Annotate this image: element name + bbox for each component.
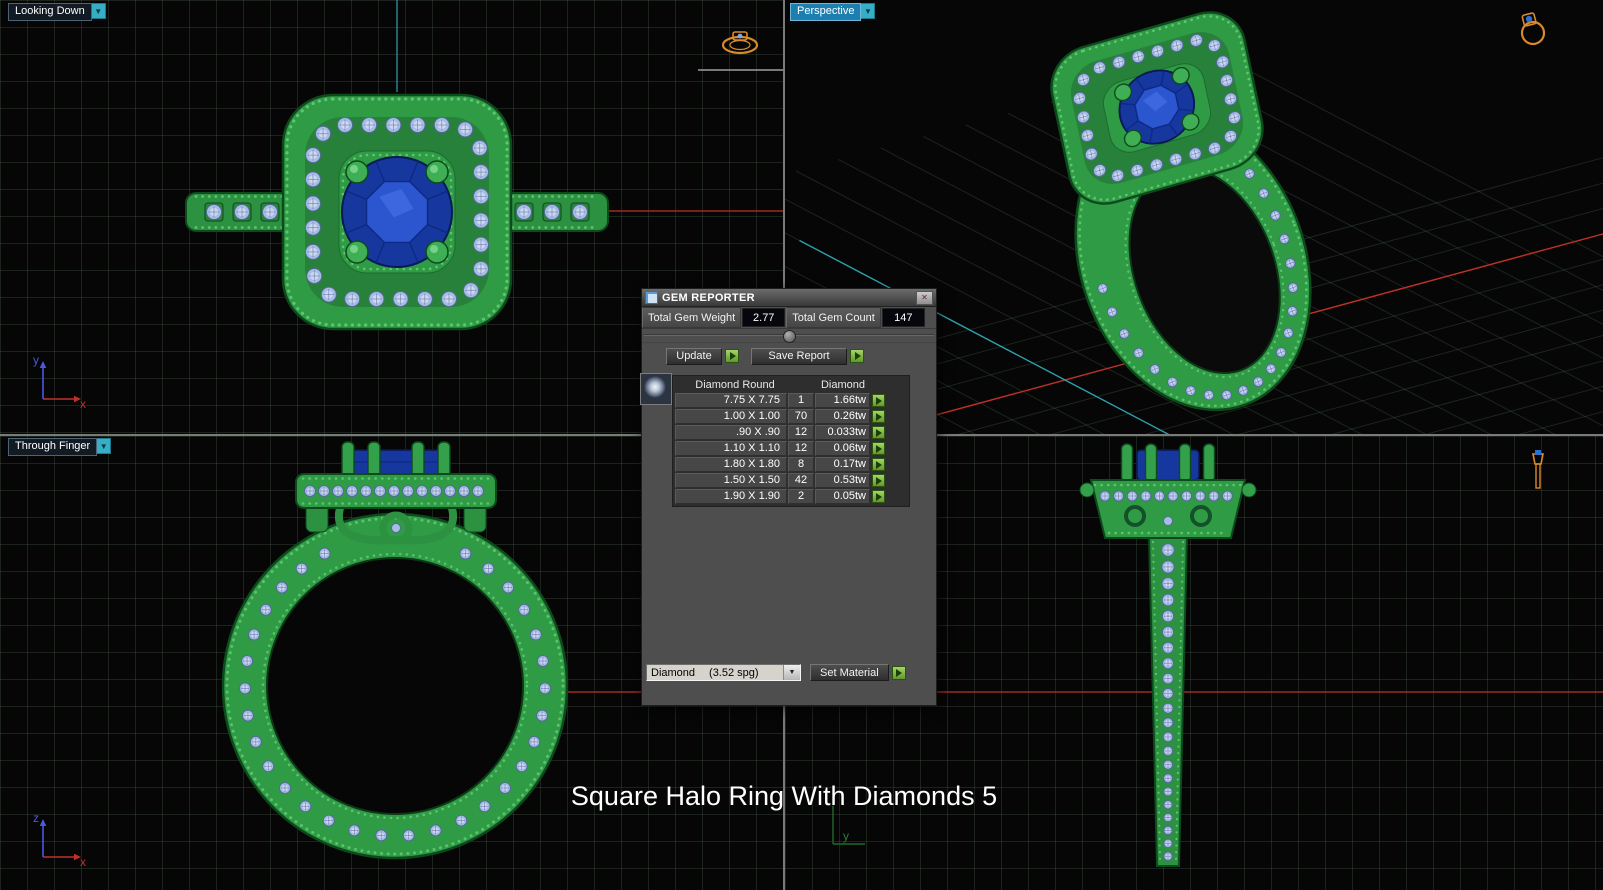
gem-stats-row: Total Gem Weight 2.77 Total Gem Count 14… — [642, 307, 936, 329]
gem-weight: 0.53tw — [815, 473, 870, 488]
gem-weight: 1.66tw — [815, 393, 870, 408]
col-header-diamond-round: Diamond Round — [695, 378, 775, 391]
set-material-go-button[interactable] — [891, 665, 906, 680]
ring-corner-icon — [1532, 450, 1544, 489]
gem-count: 1 — [788, 393, 814, 408]
gem-table-row[interactable]: 1.90 X 1.90 2 0.05tw — [675, 489, 907, 504]
gem-size: 1.90 X 1.90 — [675, 489, 787, 504]
total-gem-weight-label: Total Gem Weight — [642, 307, 742, 328]
viewport-menu-arrow-icon[interactable]: ▼ — [97, 438, 112, 454]
material-row: Diamond (3.52 spg) ▼ Set Material — [646, 664, 932, 681]
gem-table-row[interactable]: 7.75 X 7.75 1 1.66tw — [675, 393, 907, 408]
gem-count: 2 — [788, 489, 814, 504]
row-go-button[interactable] — [872, 474, 885, 487]
gem-count: 12 — [788, 441, 814, 456]
collapse-toggle[interactable] — [783, 330, 796, 343]
viewport-menu-arrow-icon[interactable]: ▼ — [861, 3, 876, 19]
svg-text:x: x — [80, 397, 86, 408]
gem-reporter-dialog: GEM REPORTER ✕ Total Gem Weight 2.77 Tot… — [640, 288, 937, 706]
gem-size: 1.00 X 1.00 — [675, 409, 787, 424]
gem-size: .90 X .90 — [675, 425, 787, 440]
gem-weight: 0.26tw — [815, 409, 870, 424]
total-gem-count-value: 147 — [881, 308, 925, 327]
gem-table: Diamond Round Diamond 7.75 X 7.75 1 1.66tw… — [672, 375, 910, 507]
dialog-buttons-row: Update Save Report — [642, 343, 936, 369]
axis-indicator: y x — [33, 353, 86, 408]
material-name: Diamond — [651, 666, 696, 679]
row-go-button[interactable] — [872, 394, 885, 407]
viewport-label-through-finger[interactable]: Through Finger — [8, 438, 98, 456]
row-go-button[interactable] — [872, 458, 885, 471]
gem-size: 1.10 X 1.10 — [675, 441, 787, 456]
svg-text:z: z — [33, 811, 39, 825]
gem-count: 70 — [788, 409, 814, 424]
dropdown-arrow-icon[interactable]: ▼ — [783, 665, 800, 680]
gem-table-row[interactable]: 1.50 X 1.50 42 0.53tw — [675, 473, 907, 488]
gem-table-row[interactable]: 1.00 X 1.00 70 0.26tw — [675, 409, 907, 424]
gem-count: 8 — [788, 457, 814, 472]
viewport-label-looking-down[interactable]: Looking Down — [8, 3, 92, 21]
set-material-button[interactable]: Set Material — [810, 664, 889, 681]
viewport-label-perspective[interactable]: Perspective — [790, 3, 862, 21]
total-gem-weight-value: 2.77 — [742, 308, 786, 327]
row-go-button[interactable] — [872, 490, 885, 503]
gem-reporter-icon — [645, 291, 658, 304]
gem-weight: 0.06tw — [815, 441, 870, 456]
material-dropdown[interactable]: Diamond (3.52 spg) ▼ — [646, 664, 801, 681]
viewport-menu-arrow-icon[interactable]: ▼ — [91, 3, 106, 19]
svg-text:y: y — [33, 353, 39, 367]
gem-table-row[interactable]: 1.10 X 1.10 12 0.06tw — [675, 441, 907, 456]
gem-table-header: Diamond Round Diamond — [675, 377, 907, 392]
gem-weight: 0.05tw — [815, 489, 870, 504]
gem-thumbnail[interactable] — [640, 373, 672, 405]
svg-text:y: y — [843, 829, 849, 843]
gem-weight: 0.033tw — [815, 425, 870, 440]
gem-table-row[interactable]: .90 X .90 12 0.033tw — [675, 425, 907, 440]
gem-size: 7.75 X 7.75 — [675, 393, 787, 408]
ring-corner-icon — [721, 31, 759, 55]
caption: Square Halo Ring With Diamonds 5 — [570, 781, 998, 811]
ring-corner-icon — [1520, 12, 1546, 46]
gem-count: 12 — [788, 425, 814, 440]
svg-text:x: x — [80, 855, 86, 866]
update-go-button[interactable] — [725, 349, 739, 363]
save-report-go-button[interactable] — [850, 349, 864, 363]
gem-count: 42 — [788, 473, 814, 488]
app-window: Looking Down ▼ y x Perspective ▼ Through… — [0, 0, 1603, 890]
axis-indicator: z x — [33, 811, 86, 866]
gem-size: 1.50 X 1.50 — [675, 473, 787, 488]
material-detail: (3.52 spg) — [709, 666, 759, 679]
row-go-button[interactable] — [872, 442, 885, 455]
row-go-button[interactable] — [872, 426, 885, 439]
save-report-button[interactable]: Save Report — [751, 347, 847, 365]
update-button[interactable]: Update — [666, 347, 722, 365]
dialog-title: GEM REPORTER — [662, 291, 755, 304]
collapse-strip — [642, 329, 936, 343]
dialog-titlebar[interactable]: GEM REPORTER ✕ — [642, 289, 936, 307]
gem-table-row[interactable]: 1.80 X 1.80 8 0.17tw — [675, 457, 907, 472]
col-header-diamond: Diamond — [820, 378, 866, 391]
row-go-button[interactable] — [872, 410, 885, 423]
total-gem-count-label: Total Gem Count — [786, 307, 881, 328]
gem-weight: 0.17tw — [815, 457, 870, 472]
close-button[interactable]: ✕ — [916, 290, 933, 305]
gem-size: 1.80 X 1.80 — [675, 457, 787, 472]
